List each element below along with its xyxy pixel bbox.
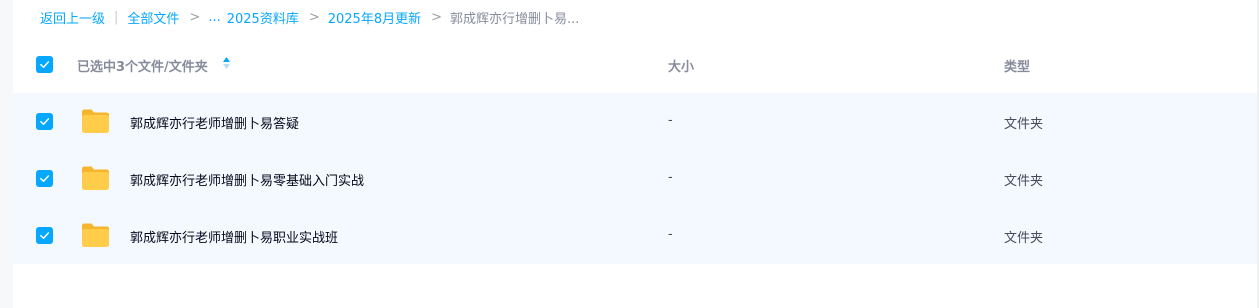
- folder-icon: [82, 109, 109, 133]
- breadcrumb-root-link[interactable]: 全部文件: [127, 8, 179, 27]
- file-list-header: 已选中3个文件/文件夹 大小 类型: [13, 38, 1257, 91]
- column-header-size[interactable]: 大小: [668, 56, 694, 75]
- back-link[interactable]: 返回上一级: [40, 8, 105, 27]
- file-type: 文件夹: [1004, 231, 1044, 246]
- file-row[interactable]: 郭成辉亦行老师增删卜易答疑 - 文件夹: [13, 93, 1257, 150]
- file-name[interactable]: 郭成辉亦行老师增删卜易职业实战班: [130, 227, 338, 246]
- breadcrumb-arrow-icon: >: [431, 9, 442, 25]
- file-name[interactable]: 郭成辉亦行老师增删卜易零基础入门实战: [130, 170, 364, 189]
- row-checkbox[interactable]: [36, 227, 53, 244]
- breadcrumb-ellipsis[interactable]: ...: [208, 10, 220, 25]
- sort-icon[interactable]: [222, 55, 231, 71]
- check-icon: [40, 175, 50, 182]
- select-all-checkbox[interactable]: [36, 56, 53, 73]
- column-header-type[interactable]: 类型: [1004, 56, 1030, 75]
- selection-count-label: 已选中3个文件/文件夹: [77, 60, 208, 75]
- breadcrumb: 返回上一级 | 全部文件 > ... 2025资料库 > 2025年8月更新 >…: [40, 7, 579, 27]
- left-panel-edge: [0, 0, 13, 308]
- breadcrumb-current: 郭成辉亦行增删卜易...: [450, 11, 580, 27]
- file-size: -: [668, 113, 673, 128]
- file-type: 文件夹: [1004, 117, 1044, 132]
- breadcrumb-divider: |: [114, 9, 119, 25]
- file-name[interactable]: 郭成辉亦行老师增删卜易答疑: [130, 113, 299, 132]
- check-icon: [40, 61, 50, 68]
- file-row[interactable]: 郭成辉亦行老师增删卜易职业实战班 - 文件夹: [13, 207, 1257, 264]
- row-checkbox[interactable]: [36, 113, 53, 130]
- breadcrumb-arrow-icon: >: [308, 9, 320, 25]
- check-icon: [40, 118, 50, 125]
- row-checkbox[interactable]: [36, 170, 53, 187]
- folder-icon: [82, 166, 109, 190]
- check-icon: [40, 232, 50, 239]
- file-row[interactable]: 郭成辉亦行老师增删卜易零基础入门实战 - 文件夹: [13, 150, 1257, 207]
- breadcrumb-arrow-icon: >: [189, 9, 201, 25]
- breadcrumb-item-library[interactable]: 2025资料库: [227, 8, 299, 27]
- breadcrumb-item-update[interactable]: 2025年8月更新: [328, 8, 421, 27]
- file-size: -: [668, 227, 673, 242]
- file-size: -: [668, 170, 673, 185]
- file-type: 文件夹: [1004, 174, 1044, 189]
- folder-icon: [82, 223, 109, 247]
